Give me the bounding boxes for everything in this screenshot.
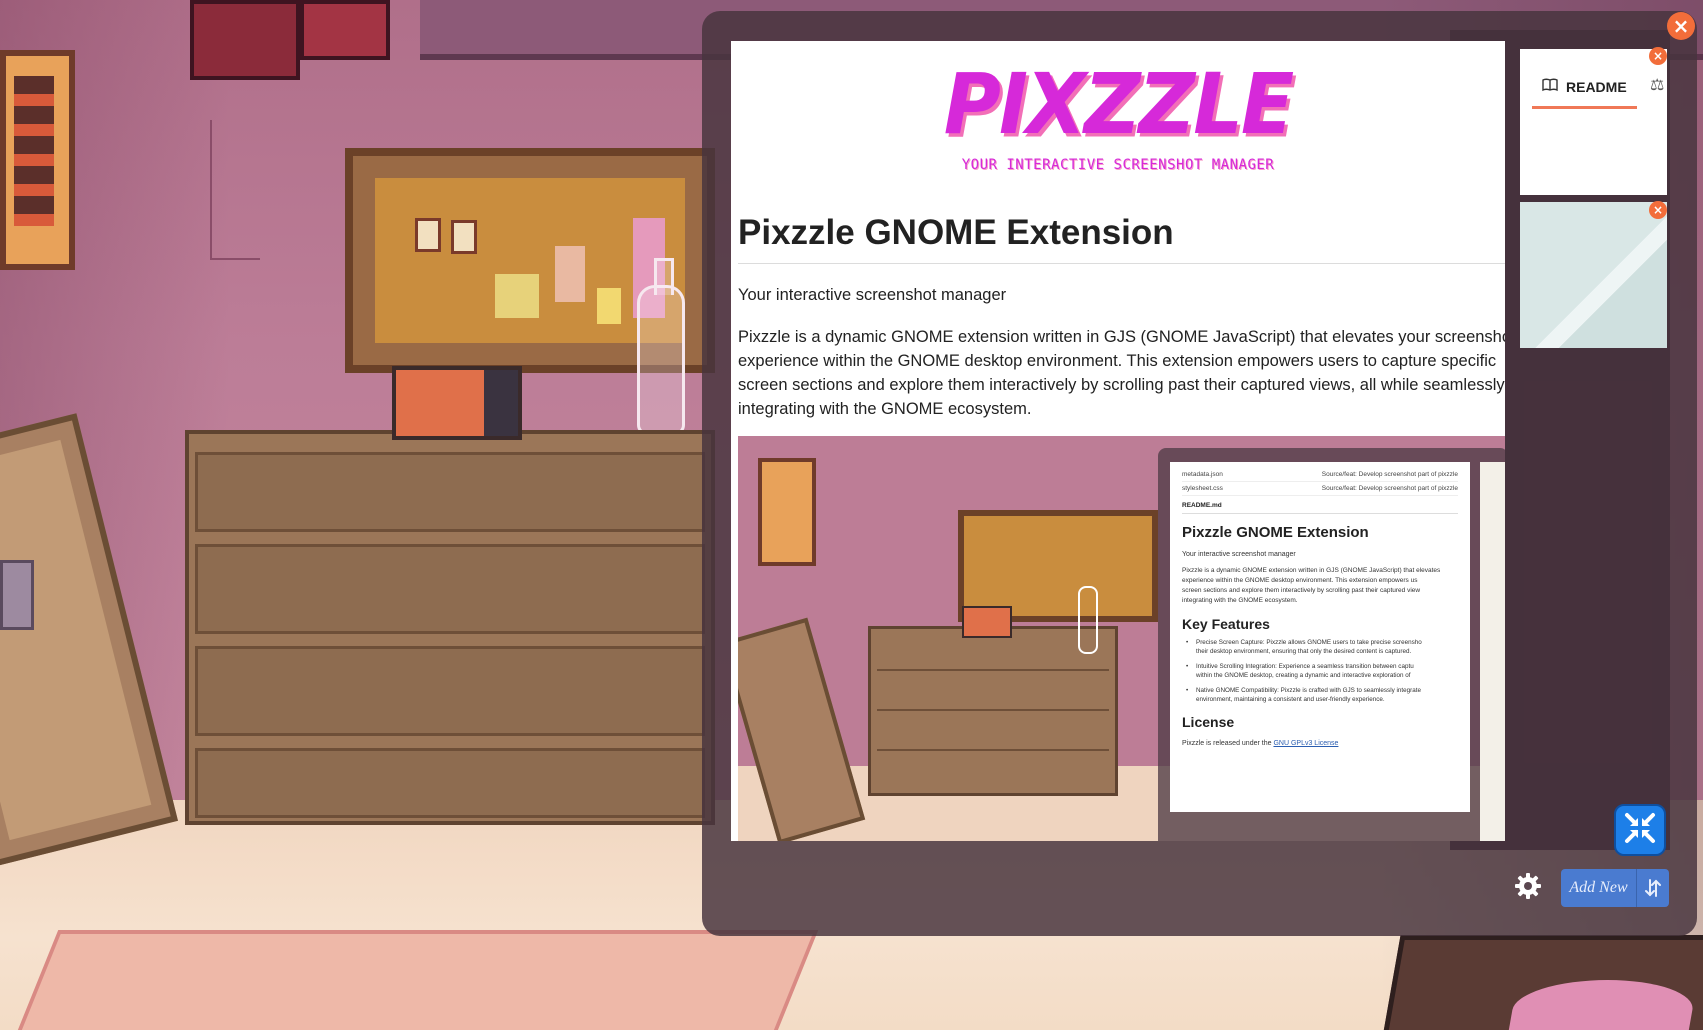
nested-subtitle: Your interactive screenshot manager (1182, 551, 1296, 558)
settings-button[interactable] (1510, 870, 1546, 906)
wallpaper-bottle (637, 258, 685, 435)
close-icon: × (1672, 14, 1690, 38)
wallpaper-rug (1, 930, 819, 1030)
wallpaper-poster (190, 0, 300, 80)
readme-heading: Pixzzle GNOME Extension (738, 213, 1505, 264)
readme-paragraph: Pixzzle is a dynamic GNOME extension wri… (738, 325, 1505, 421)
thumbnail-readme[interactable]: README ⚖ (1520, 49, 1667, 195)
nested-readme: metadata.json Source/feat: Develop scree… (1170, 462, 1470, 812)
logo-tagline: YOUR INTERACTIVE SCREENSHOT MANAGER (961, 157, 1275, 173)
nested-file-row: metadata.json Source/feat: Develop scree… (1182, 468, 1458, 482)
paragraph-line: experience within the GNOME desktop envi… (738, 352, 1497, 370)
thumbnail-image[interactable] (1520, 202, 1667, 348)
remove-thumbnail-button[interactable]: × (1649, 201, 1667, 219)
close-icon: × (1652, 203, 1664, 217)
nested-heading: Pixzzle GNOME Extension (1182, 524, 1369, 541)
remove-thumbnail-button[interactable]: × (1649, 47, 1667, 65)
thumbnail-tab-readme: README (1532, 67, 1637, 109)
readme-subtitle: Your interactive screenshot manager (738, 286, 1007, 304)
book-icon (1542, 78, 1558, 95)
collapse-button[interactable] (1614, 804, 1666, 856)
wallpaper-wire (210, 120, 260, 260)
nested-paragraph: Pixzzle is a dynamic GNOME extension wri… (1182, 567, 1441, 604)
close-icon: × (1652, 49, 1664, 63)
scale-icon: ⚖ (1650, 75, 1665, 94)
wallpaper-dresser (185, 430, 715, 825)
paragraph-line: integrating with the GNOME ecosystem. (738, 400, 1032, 418)
paragraph-line: screen sections and explore them interac… (738, 376, 1505, 394)
nested-features-heading: Key Features (1182, 616, 1270, 632)
nested-feature-item: Intuitive Scrolling Integration: Experie… (1182, 662, 1458, 680)
readme-screenshot-image: metadata.json Source/feat: Develop scree… (738, 436, 1505, 841)
screenshot-preview[interactable]: PIXZZLE YOUR INTERACTIVE SCREENSHOT MANA… (731, 41, 1505, 841)
paragraph-line: Pixzzle is a dynamic GNOME extension wri… (738, 328, 1505, 346)
sort-arrows-icon[interactable] (1637, 878, 1669, 898)
nested-license-text: Pixzzle is released under the GNU GPLv3 … (1182, 740, 1339, 747)
wallpaper-plant-box (1379, 935, 1703, 1030)
nested-readme-label: README.md (1182, 496, 1458, 514)
add-new-label: Add New (1569, 879, 1628, 896)
thumbnail-tab-label: README (1566, 78, 1627, 95)
nested-license-heading: License (1182, 714, 1235, 730)
nested-file-row: stylesheet.css Source/feat: Develop scre… (1182, 482, 1458, 496)
close-overlay-button[interactable]: × (1667, 12, 1695, 40)
collapse-arrows-icon (1623, 811, 1657, 849)
nested-feature-item: Native GNOME Compatibility: Pixzzle is c… (1182, 686, 1458, 704)
gear-icon (1514, 872, 1542, 904)
wallpaper-poster (0, 50, 75, 270)
logo-title: PIXZZLE (943, 56, 1294, 154)
nested-feature-item: Precise Screen Capture: Pixzzle allows G… (1182, 638, 1458, 656)
add-new-button[interactable]: Add New (1561, 869, 1669, 907)
pixzzle-logo: PIXZZLE YOUR INTERACTIVE SCREENSHOT MANA… (731, 56, 1505, 173)
wallpaper-lamp (0, 560, 34, 630)
wallpaper-poster (300, 0, 390, 60)
wallpaper-game-box (392, 366, 522, 440)
